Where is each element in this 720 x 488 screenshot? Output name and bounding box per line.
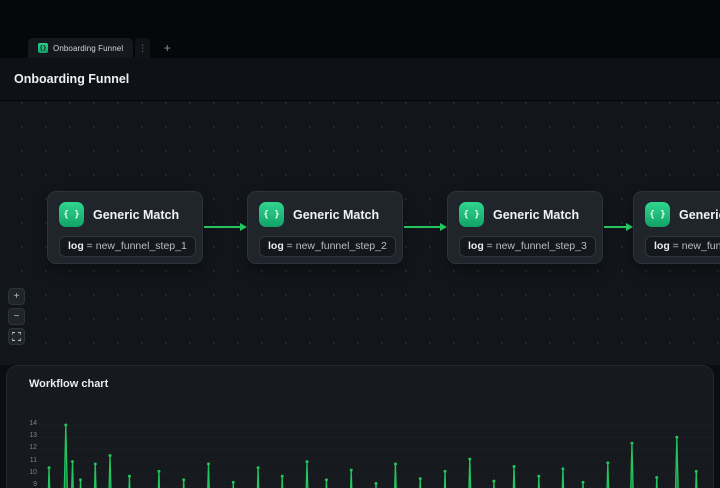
tab-options-button[interactable]: ⋮ (135, 38, 150, 58)
top-bar: {} Onboarding Funnel ⋮ + (0, 0, 720, 58)
y-axis-tick: 13 (19, 432, 37, 439)
param-key: log (268, 240, 284, 252)
y-axis-tick: 11 (19, 457, 37, 464)
zoom-in-button[interactable]: + (8, 288, 25, 305)
node-param[interactable]: log = new_funnel_step_2 (259, 236, 396, 257)
panel-title: Workflow chart (29, 378, 108, 390)
param-operator: = (673, 240, 679, 252)
param-value: new_funnel_step_4 (682, 240, 720, 252)
workflow-node-4[interactable]: { } Generic Match log = new_funnel_step_… (633, 191, 720, 264)
param-value: new_funnel_step_2 (296, 240, 387, 252)
braces-icon: {} (38, 43, 48, 53)
param-key: log (68, 240, 84, 252)
zoom-controls: + − (8, 288, 25, 345)
kebab-menu-icon: ⋮ (138, 43, 147, 54)
braces-icon: { } (259, 202, 284, 227)
node-param[interactable]: log = new_funnel_step_4 (645, 236, 720, 257)
y-axis-tick: 14 (19, 420, 37, 427)
page-title: Onboarding Funnel (14, 72, 129, 86)
node-param[interactable]: log = new_funnel_step_1 (59, 236, 196, 257)
workflow-node-1[interactable]: { } Generic Match log = new_funnel_step_… (47, 191, 203, 264)
edge-connector-arrow (404, 226, 441, 228)
braces-icon: { } (59, 202, 84, 227)
plus-icon: + (164, 41, 171, 55)
new-tab-button[interactable]: + (158, 38, 176, 58)
fit-view-icon (12, 332, 21, 341)
braces-icon: { } (459, 202, 484, 227)
param-value: new_funnel_step_1 (96, 240, 187, 252)
tab-bar: {} Onboarding Funnel ⋮ + (28, 38, 176, 58)
param-key: log (654, 240, 670, 252)
y-axis-tick: 10 (19, 469, 37, 476)
tab-label: Onboarding Funnel (53, 44, 123, 53)
edge-connector-arrow (204, 226, 241, 228)
tab-onboarding-funnel[interactable]: {} Onboarding Funnel (28, 38, 133, 58)
zoom-out-button[interactable]: − (8, 308, 25, 325)
y-axis-tick: 12 (19, 444, 37, 451)
node-title: Generic Match (679, 208, 720, 222)
node-param[interactable]: log = new_funnel_step_3 (459, 236, 596, 257)
param-operator: = (87, 240, 93, 252)
workflow-canvas[interactable]: { } Generic Match log = new_funnel_step_… (0, 101, 720, 365)
node-title: Generic Match (293, 208, 379, 222)
workflow-chart-panel: Workflow chart 14 13 12 11 10 9 (6, 365, 714, 488)
node-title: Generic Match (93, 208, 179, 222)
param-key: log (468, 240, 484, 252)
param-operator: = (287, 240, 293, 252)
braces-icon: { } (645, 202, 670, 227)
edge-connector-arrow (604, 226, 627, 228)
page-header: Onboarding Funnel (0, 58, 720, 101)
workflow-node-2[interactable]: { } Generic Match log = new_funnel_step_… (247, 191, 403, 264)
param-operator: = (487, 240, 493, 252)
y-axis-tick: 9 (19, 481, 37, 488)
workflow-node-3[interactable]: { } Generic Match log = new_funnel_step_… (447, 191, 603, 264)
node-title: Generic Match (493, 208, 579, 222)
param-value: new_funnel_step_3 (496, 240, 587, 252)
fit-view-button[interactable] (8, 328, 25, 345)
workflow-chart (41, 421, 711, 488)
